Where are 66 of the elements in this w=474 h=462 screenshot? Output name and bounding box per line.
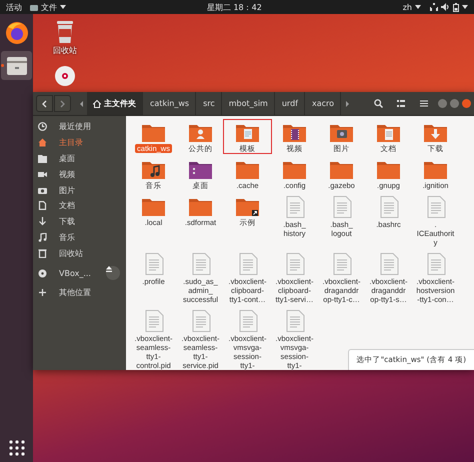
- disc-icon[interactable]: [55, 66, 75, 86]
- path-button[interactable]: catkin_ws: [144, 92, 196, 115]
- caret-icon: [462, 5, 468, 9]
- video-camera-icon: [38, 170, 47, 179]
- browser-icon[interactable]: [4, 20, 28, 44]
- back-button[interactable]: [36, 95, 53, 112]
- maximize-button[interactable]: [450, 99, 459, 108]
- music-icon: [38, 232, 47, 242]
- search-icon: [374, 99, 382, 108]
- sidebar-item[interactable]: 文档: [33, 198, 126, 214]
- triangle-left-icon: [80, 100, 82, 106]
- folder-icon[interactable]: [141, 159, 166, 179]
- path-button[interactable]: urdf: [276, 92, 305, 115]
- activities-button[interactable]: 活动: [6, 2, 22, 12]
- trash-icon: [38, 248, 47, 258]
- battery-icon: [453, 2, 459, 12]
- folder-icon: [38, 154, 47, 163]
- volume-icon: [441, 3, 450, 11]
- eject-button[interactable]: [106, 266, 120, 280]
- caret-icon: [415, 5, 421, 9]
- path-button[interactable]: mbot_sim: [222, 92, 275, 115]
- sidebar-item[interactable]: 下载: [33, 214, 126, 230]
- sidebar-item[interactable]: 其他位置: [33, 284, 126, 301]
- caret-icon: [60, 5, 66, 9]
- path-button[interactable]: 主文件夹: [87, 92, 143, 115]
- triangle-right-icon: [346, 100, 349, 106]
- sidebar-item[interactable]: VBox_...: [33, 265, 126, 281]
- network-icon: [429, 3, 438, 11]
- sidebar-item[interactable]: 图片: [33, 182, 126, 198]
- path-button[interactable]: xacro: [306, 92, 342, 115]
- desktop-icon-label[interactable]: 回收站: [53, 45, 77, 56]
- folder-icon[interactable]: [235, 196, 260, 216]
- folder-icon[interactable]: [188, 159, 213, 179]
- clock[interactable]: 星期二 18：42: [206, 2, 262, 12]
- sidebar-item[interactable]: 回收站: [33, 245, 126, 262]
- disc-icon: [38, 268, 47, 278]
- home-icon: [38, 138, 47, 148]
- input-method-menu[interactable]: zh: [402, 2, 421, 12]
- trash-icon[interactable]: [56, 21, 74, 43]
- chevron-left-icon: [42, 100, 47, 108]
- sidebar-item[interactable]: 主目录: [33, 134, 126, 151]
- minimize-button[interactable]: [438, 99, 447, 108]
- plus-icon: [38, 288, 47, 298]
- clock-icon: [38, 122, 47, 132]
- folder-icon[interactable]: [329, 122, 354, 142]
- sidebar-item[interactable]: 音乐: [33, 230, 126, 246]
- folder-icon[interactable]: [282, 122, 307, 142]
- file-cabinet-icon[interactable]: [6, 56, 28, 76]
- close-button[interactable]: [462, 99, 471, 108]
- app-grid-icon[interactable]: [8, 440, 24, 456]
- forward-button[interactable]: [54, 95, 71, 112]
- menu-icon: [420, 100, 428, 107]
- home-icon: [93, 100, 101, 108]
- sidebar-item[interactable]: 最近使用: [33, 119, 126, 135]
- list-view-icon: [397, 100, 405, 107]
- camera-icon: [38, 186, 47, 195]
- document-icon: [38, 201, 47, 210]
- sidebar-item[interactable]: 桌面: [33, 150, 126, 166]
- folder-icon: [30, 4, 38, 10]
- running-indicator: [1, 64, 4, 67]
- sidebar-item[interactable]: 视频: [33, 166, 126, 182]
- eject-icon: [106, 266, 112, 272]
- path-button[interactable]: src: [197, 92, 222, 115]
- chevron-right-icon: [60, 100, 65, 108]
- download-icon: [38, 217, 47, 226]
- app-menu[interactable]: 文件: [30, 2, 66, 12]
